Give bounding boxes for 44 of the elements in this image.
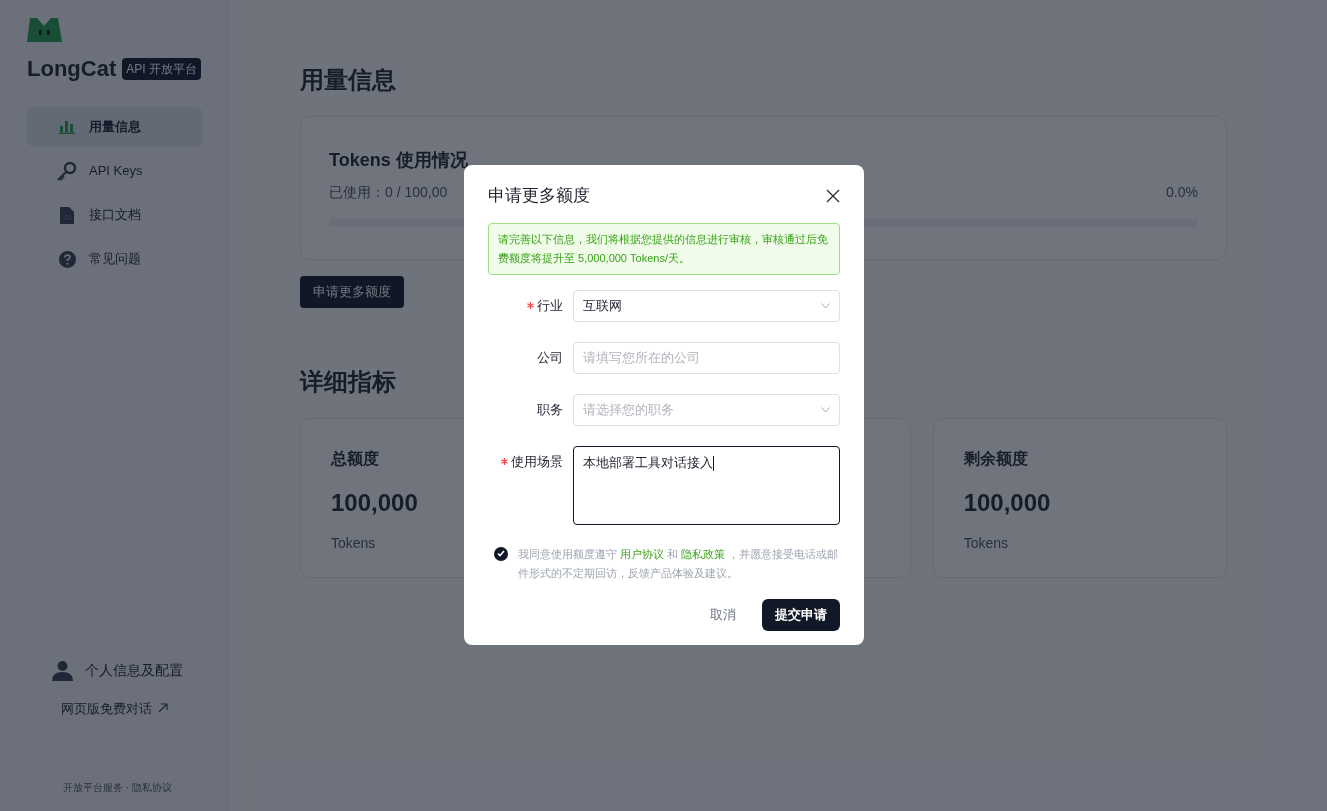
user-icon: [52, 659, 73, 681]
apply-button[interactable]: 申请更多额度: [300, 276, 404, 308]
policy-link[interactable]: 隐私政策: [681, 547, 726, 560]
profile-link[interactable]: 个人信息及配置: [85, 659, 183, 681]
stat-unit: Tokens: [331, 534, 376, 553]
agree-checkbox[interactable]: [494, 546, 508, 561]
field-label: 使用场景: [511, 452, 563, 471]
document-icon: [60, 206, 74, 224]
key-icon: [57, 161, 77, 181]
usage-text: 已使用：0 / 100,00: [329, 183, 448, 202]
close-icon[interactable]: [826, 188, 840, 203]
info-notice: 请完善以下信息，我们将根据您提供的信息进行审核，审核通过后免费额度将提升至 5,000,000 Tokens/天。: [488, 222, 840, 275]
page-title: 用量信息: [300, 65, 397, 95]
stat-unit: Tokens: [963, 534, 1008, 553]
stat-label: 剩余额度: [963, 449, 1028, 469]
agreement-text: 我同意使用额度遵守 用户协议 和 隐私政策 ，并愿意接受电话或邮件形式的不定期回访，反馈产品体验及建议。: [518, 546, 840, 581]
submit-button[interactable]: 提交申请: [762, 598, 840, 631]
brand-name: LongCat: [27, 55, 117, 83]
external-link-icon: [158, 703, 168, 714]
cancel-button[interactable]: 取消: [696, 598, 750, 631]
stat-value: 100,000: [963, 488, 1051, 518]
nav-item[interactable]: 用量信息: [27, 107, 203, 147]
bar-chart-icon: [59, 120, 75, 134]
platform-badge: API 开放平台: [122, 57, 201, 80]
stat-value: 100,000: [331, 488, 418, 518]
textarea-field[interactable]: 本地部署工具对话接入: [573, 445, 840, 525]
checkmark-icon: [497, 550, 505, 557]
section-title: 详细指标: [300, 367, 397, 397]
web-chat-link[interactable]: 网页版免费对话: [61, 698, 152, 718]
select-field[interactable]: 请选择您的职务: [573, 393, 840, 426]
field-label: 公司: [537, 348, 563, 367]
field-label: 行业: [537, 296, 563, 315]
input-field[interactable]: 请填写您所在的公司: [573, 341, 840, 374]
cat-logo-icon: [27, 16, 62, 42]
help-icon: [58, 250, 76, 268]
policy-link[interactable]: 用户协议: [620, 547, 665, 560]
chevron-down-icon: [821, 302, 830, 309]
usage-percent: 0.0%: [1166, 183, 1198, 202]
chevron-down-icon: [821, 406, 830, 413]
select-field[interactable]: 互联网: [573, 289, 840, 322]
dialog-title: 申请更多额度: [488, 185, 590, 207]
stat-label: 总额度: [331, 449, 379, 469]
card-title: Tokens 使用情况: [329, 149, 469, 172]
field-label: 职务: [537, 400, 563, 419]
